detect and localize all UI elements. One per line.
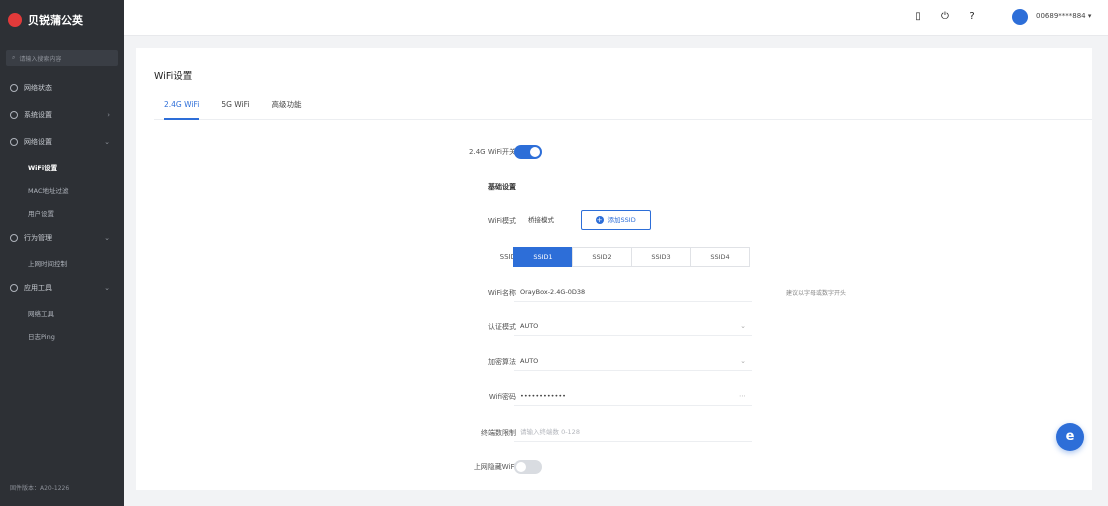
password-value: •••••••••••• (520, 392, 567, 400)
wifi-name-input[interactable]: OrayBox-2.4G-0D38 (514, 282, 752, 302)
chevron-down-icon: ⌄ (104, 283, 110, 292)
sidebar-item-wifi[interactable]: WiFi设置 (0, 155, 124, 178)
password-label: Wifi密码 (488, 393, 516, 401)
tab-bar: 2.4G WiFi 5G WiFi 高级功能 (154, 92, 1092, 120)
sidebar-item-system[interactable]: 系统设置 › (0, 101, 124, 128)
avatar[interactable] (1012, 9, 1028, 25)
sidebar-item-network[interactable]: 网络设置 ⌄ (0, 128, 124, 155)
tab-5g-wifi[interactable]: 5G WiFi (221, 92, 249, 120)
encryption-value: AUTO (520, 357, 539, 365)
ssid-tab-3[interactable]: SSID3 (631, 247, 691, 267)
encryption-select[interactable]: AUTO ⌄ (514, 351, 752, 371)
bridge-mode-option[interactable]: 桥接模式 (514, 210, 568, 230)
tab-advanced[interactable]: 高级功能 (271, 92, 301, 120)
tab-2g-wifi[interactable]: 2.4G WiFi (164, 92, 200, 120)
form-row-enable: 2.4G WiFi开关 (136, 141, 1092, 163)
page-title: WiFi设置 (154, 71, 193, 82)
toggle-knob (516, 462, 526, 472)
behavior-icon (10, 233, 18, 242)
sidebar-item-network-status[interactable]: 网络状态 (0, 74, 124, 101)
sidebar-item-label: 网络状态 (24, 83, 52, 92)
max-clients-label: 终端数限制 (481, 429, 516, 437)
sidebar-item-ping[interactable]: 日志Ping (0, 324, 124, 347)
enable-label: 2.4G WiFi开关 (469, 148, 516, 156)
chevron-right-icon: › (107, 110, 110, 119)
sidebar-item-time-control[interactable]: 上网时间控制 (0, 251, 124, 274)
form-row-password: Wifi密码 •••••••••••• ⋯ (136, 386, 1092, 408)
plus-icon: + (595, 216, 604, 224)
hide-wifi-label: 上网隐藏WiFi (473, 463, 516, 471)
form-row-basic: 基础设置 (136, 176, 1092, 198)
mode-label: WiFi模式 (487, 217, 516, 225)
sidebar-item-mac-filter[interactable]: MAC地址过滤 (0, 178, 124, 201)
eye-icon[interactable]: ⋯ (739, 386, 746, 406)
system-icon (10, 110, 18, 119)
form-row-mode: WiFi模式 桥接模式 + 添加SSID (136, 210, 1092, 232)
ssid-tab-1[interactable]: SSID1 (513, 247, 573, 267)
sidebar-item-network-tools[interactable]: 网络工具 (0, 301, 124, 324)
sidebar-item-label: 应用工具 (24, 283, 52, 292)
ssid-selector: SSID1 SSID2 SSID3 SSID4 (513, 247, 750, 267)
wifi-enable-toggle[interactable] (514, 145, 542, 159)
wifi-name-hint: 建议以字母或数字开头 (786, 290, 847, 297)
chevron-down-icon: ⌄ (104, 137, 110, 146)
form-row-ssid: SSID SSID1 SSID2 SSID3 SSID4 (136, 247, 1092, 269)
add-ssid-label: 添加SSID (607, 216, 636, 224)
add-ssid-button[interactable]: + 添加SSID (580, 210, 651, 230)
hide-wifi-toggle[interactable] (514, 460, 542, 474)
sidebar-item-label: 网络设置 (24, 137, 52, 146)
main-card: WiFi设置 2.4G WiFi 5G WiFi 高级功能 2.4G WiFi开… (136, 48, 1092, 490)
chevron-down-icon: ⌄ (740, 322, 746, 330)
ssid-tab-4[interactable]: SSID4 (690, 247, 750, 267)
sidebar-search[interactable]: ⌕ 请输入搜索内容 (6, 50, 118, 66)
sidebar-item-label: 系统设置 (24, 110, 52, 119)
sidebar-item-tools[interactable]: 应用工具 ⌄ (0, 274, 124, 301)
form-row-name: WiFi名称 OrayBox-2.4G-0D38 建议以字母或数字开头 (136, 282, 1092, 304)
sidebar-nav: 网络状态 系统设置 › 网络设置 ⌄ WiFi设置 MAC地址过滤 用户设置 行… (0, 74, 124, 347)
search-icon: ⌕ (12, 54, 16, 61)
auth-mode-select[interactable]: AUTO ⌄ (514, 316, 752, 336)
max-clients-input[interactable]: 请输入终端数 0-128 (514, 422, 752, 442)
form-row-auth: 认证模式 AUTO ⌄ (136, 316, 1092, 338)
help-icon[interactable]: ? (966, 11, 978, 23)
chevron-down-icon: ⌄ (740, 357, 746, 365)
form-row-max-clients: 终端数限制 请输入终端数 0-128 (136, 422, 1092, 444)
search-placeholder: 请输入搜索内容 (19, 55, 62, 63)
phone-icon[interactable]: ▯ (912, 11, 924, 23)
auth-mode-label: 认证模式 (488, 323, 516, 331)
brand[interactable]: 贝锐蒲公英 (0, 0, 124, 40)
password-input[interactable]: •••••••••••• ⋯ (514, 386, 752, 406)
network-icon (10, 137, 18, 146)
brand-name: 贝锐蒲公英 (28, 14, 83, 27)
ssid-tab-2[interactable]: SSID2 (572, 247, 632, 267)
basic-settings-heading: 基础设置 (488, 183, 516, 191)
username-menu[interactable]: 00689****884 ▾ (1036, 12, 1091, 20)
sidebar: 贝锐蒲公英 ⌕ 请输入搜索内容 网络状态 系统设置 › 网络设置 ⌄ WiFi设… (0, 0, 124, 506)
sidebar-item-label: 行为管理 (24, 233, 52, 242)
logo-icon (8, 13, 22, 27)
top-bar: ▯ ⏻ ? 00689****884 ▾ (124, 0, 1108, 36)
help-chat-button[interactable]: e (1056, 423, 1084, 451)
encryption-label: 加密算法 (488, 358, 516, 366)
tools-icon (10, 283, 18, 292)
wifi-name-label: WiFi名称 (487, 289, 516, 297)
form-row-encrypt: 加密算法 AUTO ⌄ (136, 351, 1092, 373)
toggle-knob (530, 147, 540, 157)
auth-mode-value: AUTO (520, 322, 539, 330)
sidebar-item-users[interactable]: 用户设置 (0, 201, 124, 224)
chevron-down-icon: ⌄ (104, 233, 110, 242)
form-row-hide: 上网隐藏WiFi (136, 456, 1092, 478)
firmware-version: 固件版本：A20-1226 (10, 485, 70, 492)
sidebar-item-behavior[interactable]: 行为管理 ⌄ (0, 224, 124, 251)
dashboard-icon (10, 83, 18, 92)
power-icon[interactable]: ⏻ (939, 11, 951, 23)
